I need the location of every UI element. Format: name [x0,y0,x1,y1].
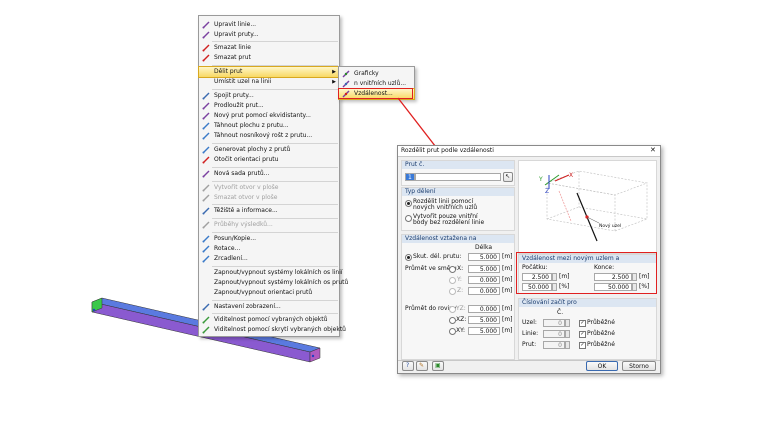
member-number-start-input[interactable]: 0 [543,341,565,349]
true-length-radio[interactable] [405,254,412,261]
member-group: Prut č. 1 ↖ [401,160,515,186]
division-type-group: Typ dělení Rozdělit linii pomocí nových … [401,187,515,231]
points-only-label: Vytvořit pouze vnitřní body bez rozdělen… [413,213,485,226]
edit-icon: ✎ [419,362,425,369]
proj-y-label: Y: [457,276,462,283]
member-number-field[interactable] [415,173,501,181]
split-line-radio[interactable] [405,200,412,207]
unit-m: [m] [502,327,513,334]
preview-axis-x: X [569,172,573,179]
member-label: Prut: [522,341,537,348]
help-icon: ? [406,362,410,369]
proj-x-label: X: [457,265,464,272]
proj-z-radio[interactable] [449,288,456,295]
numbering-group-header: Číslování začít pro [519,299,656,307]
line-running-checkbox[interactable]: ✓ [579,331,586,338]
view-button[interactable]: ▣ [432,361,444,371]
plane-xz-label: XZ: [456,316,467,323]
line-label: Linie: [522,330,539,337]
preview-new-node-label: Nový uzel [599,222,621,229]
division-type-header: Typ dělení [402,188,514,196]
unit-m: [m] [502,316,513,323]
member-group-header: Prut č. [402,161,514,169]
plane-xy-label: XY: [456,327,465,334]
unit-m: [m] [502,265,513,272]
node-label: Uzel: [522,319,537,326]
proj-x-radio[interactable] [449,266,456,273]
line-number-spinner[interactable] [565,330,570,338]
plane-yz-field: 0.000 [468,305,500,313]
dialog-titlebar: Rozdělit prut podle vzdálenosti ✕ [398,146,660,157]
node-running-checkbox[interactable]: ✓ [579,320,586,327]
view-icon: ▣ [435,362,441,369]
preview-axis-y: Y [538,176,543,183]
proj-y-field: 0.000 [468,276,500,284]
node-running-label: Průběžné [587,319,615,326]
number-column-header: Č. [557,309,564,316]
true-length-label: Skut. dél. prutu: [413,253,462,260]
node-number-spinner[interactable] [565,319,570,327]
annotation-box-distance-group [516,252,657,294]
split-line-label: Rozdělit linii pomocí nových vnitřních u… [413,198,478,211]
dialog-title: Rozdělit prut podle vzdálenosti [401,147,494,154]
plane-yz-radio[interactable] [449,306,456,313]
proj-z-field: 0.000 [468,287,500,295]
plane-xz-radio[interactable] [449,317,456,324]
divide-member-dialog: Rozdělit prut podle vzdálenosti ✕ Prut č… [397,145,661,374]
node-number-input[interactable]: 0 [543,319,565,327]
cancel-button[interactable]: Storno [622,361,656,371]
line-running-label: Průběžné [587,330,615,337]
plane-xz-field: 5.000 [468,316,500,324]
preview-axis-z: Z [545,188,549,195]
proj-z-label: Z: [457,287,464,294]
member-number-input[interactable]: 1 [405,173,415,181]
distance-reference-group: Vzdálenost vztažena na Délka Skut. dél. … [401,234,515,360]
points-only-radio[interactable] [405,215,412,222]
line-number-input[interactable]: 0 [543,330,565,338]
member-running-checkbox[interactable]: ✓ [579,342,586,349]
edit-button[interactable]: ✎ [416,361,428,371]
unit-m: [m] [502,276,513,283]
unit-m: [m] [502,253,513,260]
pick-member-button[interactable]: ↖ [503,172,513,182]
preview-diagram: Y Z X Nový uzel [538,170,649,242]
pick-arrow-icon: ↖ [505,173,511,180]
unit-m: [m] [502,305,513,312]
distance-reference-header: Vzdálenost vztažena na [402,235,514,243]
member-number-spinner[interactable] [565,341,570,349]
close-icon[interactable]: ✕ [650,146,656,154]
help-button[interactable]: ? [402,361,414,371]
length-column-header: Délka [475,244,493,251]
ok-button[interactable]: OK [586,361,618,371]
member-running-label: Průběžné [587,341,615,348]
preview-graphic: Y Z X Nový uzel [518,160,657,254]
unit-m: [m] [502,287,513,294]
numbering-group: Číslování začít pro Č. Uzel: 0 ✓ Průběžn… [518,298,657,360]
proj-y-radio[interactable] [449,277,456,284]
plane-yz-label: YZ: [456,305,466,312]
plane-xy-field: 5.000 [468,327,500,335]
true-length-field: 5.000 [468,253,500,261]
plane-xy-radio[interactable] [449,328,456,335]
proj-x-field: 5.000 [468,265,500,273]
